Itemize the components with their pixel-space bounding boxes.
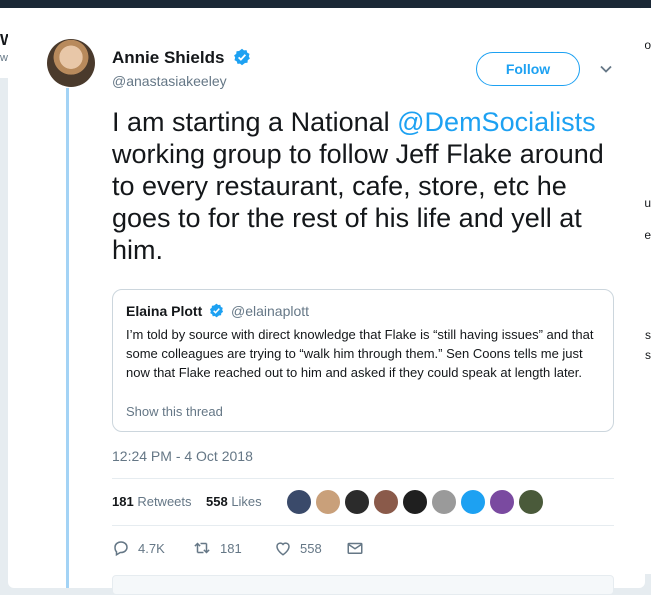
retweet-count: 181 bbox=[220, 540, 242, 556]
author-name[interactable]: Annie Shields bbox=[112, 48, 251, 71]
likes-count: 558 bbox=[205, 494, 228, 509]
show-thread-link[interactable]: Show this thread bbox=[126, 404, 223, 419]
reply-icon bbox=[114, 541, 128, 557]
tweet-text-part2: working group to follow Jeff Flake aroun… bbox=[112, 139, 604, 265]
author-handle[interactable]: @anastasiakeeley bbox=[112, 73, 227, 89]
retweets-count: 181 bbox=[112, 494, 134, 509]
quoted-tweet-text: I’m told by source with direct knowledge… bbox=[126, 327, 594, 380]
divider bbox=[112, 525, 614, 526]
quoted-author-name[interactable]: Elaina Plott bbox=[126, 303, 202, 319]
liker-avatar[interactable] bbox=[373, 489, 399, 515]
reply-input[interactable] bbox=[112, 575, 614, 595]
like-action[interactable]: 558 bbox=[274, 539, 322, 557]
background-text-fragment: o bbox=[644, 38, 651, 52]
like-count: 558 bbox=[300, 540, 322, 556]
liker-avatar[interactable] bbox=[489, 489, 515, 515]
background-text-fragment: s bbox=[645, 348, 651, 362]
likes-label: Likes bbox=[231, 494, 262, 509]
reply-count: 4.7K bbox=[138, 540, 165, 556]
liker-avatar[interactable] bbox=[286, 489, 312, 515]
retweet-icon bbox=[194, 542, 210, 554]
quoted-author-handle[interactable]: @elainaplott bbox=[231, 303, 309, 319]
liker-avatar[interactable] bbox=[431, 489, 457, 515]
follow-button[interactable]: Follow bbox=[476, 52, 580, 86]
retweet-action[interactable]: 181 bbox=[192, 539, 242, 557]
tweet-stats: 181 Retweets 558 Likes bbox=[112, 494, 262, 509]
message-action[interactable] bbox=[346, 539, 372, 557]
verified-badge-icon bbox=[209, 303, 224, 321]
mention-link[interactable]: @DemSocialists bbox=[397, 107, 595, 137]
avatar[interactable] bbox=[47, 39, 95, 87]
quoted-author[interactable]: Elaina Plott @elainaplott bbox=[126, 303, 309, 321]
liker-avatar[interactable] bbox=[315, 489, 341, 515]
top-bar bbox=[0, 0, 651, 8]
verified-badge-icon bbox=[233, 48, 251, 71]
likes-stat[interactable]: 558 Likes bbox=[206, 494, 262, 509]
retweets-stat[interactable]: 181 Retweets bbox=[112, 494, 192, 509]
liker-avatar[interactable] bbox=[518, 489, 544, 515]
background-text-fragment: u bbox=[644, 196, 651, 210]
envelope-icon bbox=[347, 542, 363, 554]
tweet-timestamp[interactable]: 12:24 PM - 4 Oct 2018 bbox=[112, 448, 253, 464]
liker-avatar[interactable] bbox=[344, 489, 370, 515]
chevron-down-icon[interactable] bbox=[599, 62, 613, 81]
background-sub-fragment: w bbox=[0, 52, 8, 64]
author-name-text[interactable]: Annie Shields bbox=[112, 48, 224, 67]
heart-icon bbox=[276, 542, 290, 556]
retweets-label: Retweets bbox=[137, 494, 192, 509]
reply-action[interactable]: 4.7K bbox=[112, 539, 165, 557]
liker-avatar[interactable] bbox=[460, 489, 486, 515]
tweet-text: I am starting a National @DemSocialists … bbox=[112, 106, 622, 266]
quoted-tweet[interactable]: Elaina Plott @elainaplott I’m told by so… bbox=[112, 289, 614, 432]
background-text-fragment: e bbox=[644, 228, 651, 242]
thread-line bbox=[66, 88, 69, 588]
divider bbox=[112, 478, 614, 479]
tweet-modal: Annie Shields @anastasiakeeley Follow I … bbox=[8, 8, 645, 595]
liker-avatar[interactable] bbox=[402, 489, 428, 515]
tweet-text-part1: I am starting a National bbox=[112, 107, 398, 137]
